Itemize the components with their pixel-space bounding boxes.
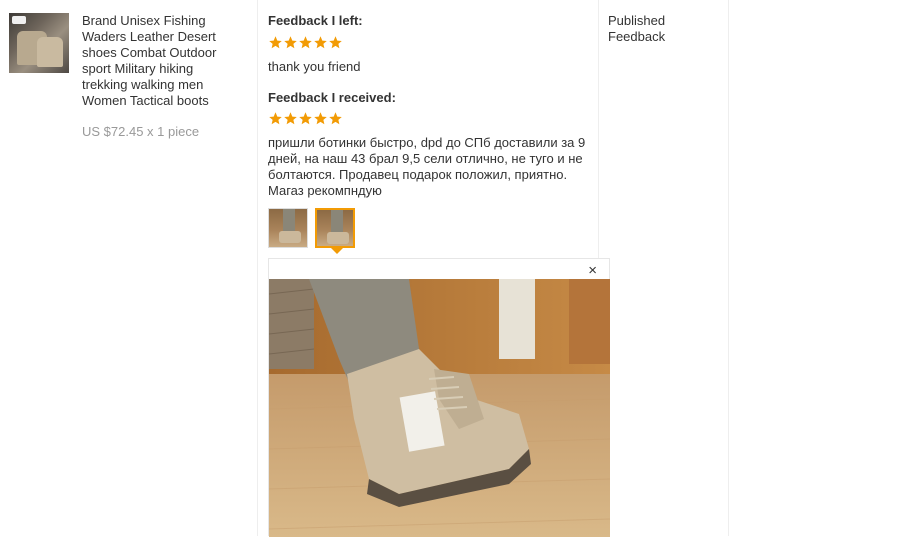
feedback-left-text: thank you friend	[268, 59, 361, 74]
product-price: US $72.45 x 1 piece	[82, 124, 200, 139]
feedback-left-stars	[268, 35, 343, 51]
star-icon	[299, 112, 312, 125]
feedback-received-heading: Feedback I received:	[268, 90, 396, 105]
boot-photo-illustration	[269, 279, 610, 537]
star-icon	[329, 36, 342, 49]
star-icon	[284, 36, 297, 49]
feedback-left-heading: Feedback I left:	[268, 13, 363, 28]
product-thumbnail[interactable]	[9, 13, 69, 73]
photo-boot	[327, 232, 349, 244]
active-thumb-pointer	[331, 248, 343, 254]
review-photo-large	[269, 279, 610, 537]
close-icon[interactable]: ×	[588, 262, 597, 280]
review-photo-thumb[interactable]	[268, 208, 308, 248]
column-divider	[728, 0, 729, 536]
photo-viewer: ×	[268, 258, 610, 537]
feedback-status: Published Feedback	[608, 13, 666, 44]
feedback-received-text: пришли ботинки быстро, dpd до СПб достав…	[268, 135, 586, 198]
star-icon	[284, 112, 297, 125]
star-icon	[329, 112, 342, 125]
star-icon	[314, 112, 327, 125]
review-photo-thumb-active[interactable]	[315, 208, 355, 248]
star-icon	[314, 36, 327, 49]
column-divider	[257, 0, 258, 536]
photo-boot	[279, 231, 301, 243]
product-title-link[interactable]: Brand Unisex Fishing Waders Leather Dese…	[82, 13, 242, 109]
feedback-received-stars	[268, 111, 343, 127]
star-icon	[269, 112, 282, 125]
star-icon	[299, 36, 312, 49]
brand-logo-mark	[12, 16, 26, 24]
star-icon	[269, 36, 282, 49]
boot-shape	[37, 37, 63, 67]
